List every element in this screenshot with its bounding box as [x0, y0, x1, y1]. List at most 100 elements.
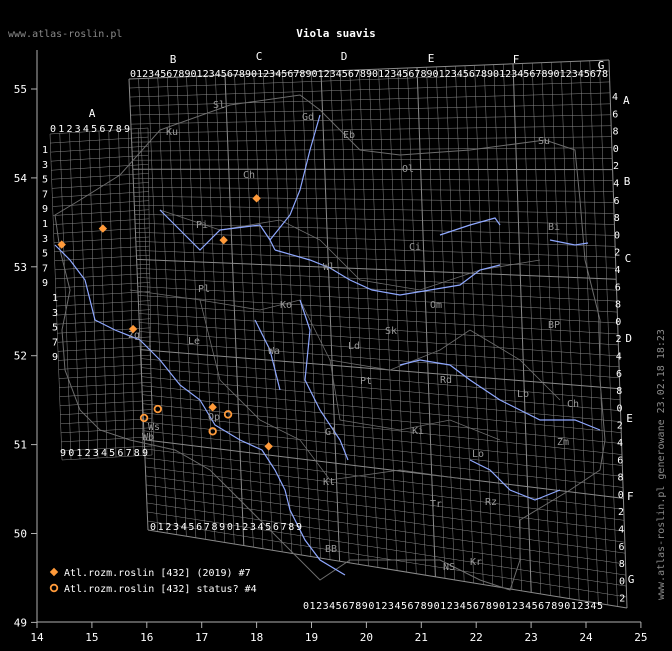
right-side-digit: 0: [613, 144, 619, 155]
top-row-digits: 0123456789012345678901234567890123456789…: [130, 69, 608, 80]
x-tick-label: 22: [470, 631, 483, 644]
right-side-letter: C: [625, 252, 632, 265]
right-side-digit: 2: [617, 421, 623, 432]
region-code: Kr: [470, 557, 482, 568]
right-side-digit: 4: [618, 525, 624, 536]
region-code: Ki: [412, 426, 424, 437]
legend-label-confirmed: Atl.rozm.roslin [432] (2019) #7: [64, 568, 251, 579]
left-side-digit: 3: [42, 160, 48, 171]
region-code: Pt: [360, 376, 372, 387]
right-side-digit: 0: [615, 317, 621, 328]
map-title: Viola suavis: [296, 27, 375, 40]
right-side-digit: 0: [614, 230, 620, 241]
right-side-digit: 4: [612, 92, 618, 103]
x-tick-label: 20: [360, 631, 373, 644]
legend-label-status: Atl.rozm.roslin [432] status? #4: [64, 584, 257, 595]
right-side-digit: 2: [619, 594, 625, 605]
right-side-digit: 6: [616, 369, 622, 380]
region-code: Wl: [323, 262, 335, 273]
region-code: Ci: [409, 242, 421, 253]
column-letter-e: E: [428, 52, 435, 65]
left-side-digit: 9: [52, 352, 58, 363]
column-letter-a: A: [89, 107, 96, 120]
right-side-digit: 6: [617, 455, 623, 466]
right-side-digit: 8: [615, 300, 621, 311]
y-tick-label: 52: [14, 350, 27, 363]
right-side-letter: D: [625, 332, 632, 345]
region-code: Ku: [166, 127, 178, 138]
y-tick-label: 49: [14, 616, 27, 629]
left-side-digit: 3: [52, 308, 58, 319]
right-side-digit: 8: [616, 386, 622, 397]
region-code: Ol: [402, 164, 414, 175]
y-tick-label: 53: [14, 261, 27, 274]
right-side-digit: 0: [618, 490, 624, 501]
right-side-digit: 4: [616, 352, 622, 363]
region-code: BP: [548, 320, 560, 331]
x-tick-label: 19: [305, 631, 318, 644]
region-code: Ld: [348, 341, 360, 352]
right-side-digit: 2: [614, 248, 620, 259]
column-letter-c: C: [256, 50, 263, 63]
left-side-digit: 9: [42, 278, 48, 289]
x-tick-label: 15: [85, 631, 98, 644]
right-side-digit: 2: [618, 507, 624, 518]
region-code: Wb: [142, 432, 154, 443]
left-side-digit: 3: [42, 234, 48, 245]
region-code: Pi: [196, 220, 208, 231]
column-letter-b: B: [170, 53, 177, 66]
y-tick-label: 50: [14, 528, 27, 541]
region-code: Wa: [268, 346, 280, 357]
region-code: Sk: [385, 326, 397, 337]
x-tick-label: 21: [415, 631, 428, 644]
y-tick-label: 55: [14, 83, 27, 96]
region-code: Zm: [557, 437, 569, 448]
sw-row-digits: 90123456789: [60, 448, 148, 459]
right-side-digit: 6: [619, 542, 625, 553]
right-side-letter: E: [626, 412, 633, 425]
region-code: BB: [325, 544, 337, 555]
right-side-letter: B: [624, 175, 631, 188]
left-side-digit: 5: [52, 323, 58, 334]
right-side-digit: 8: [618, 473, 624, 484]
right-side-letter: A: [623, 94, 630, 107]
x-tick-label: 14: [30, 631, 44, 644]
left-side-digit: 1: [42, 145, 48, 156]
bottom-row-digits-right: 0123456789012345678901234567890123456789…: [303, 601, 603, 612]
site-url[interactable]: www.atlas-roslin.pl: [8, 29, 122, 40]
distribution-map: www.atlas-roslin.pl Viola suavis www.atl…: [0, 0, 672, 651]
region-code: Ch: [567, 399, 579, 410]
right-side-digit: 4: [613, 179, 619, 190]
region-code: Gd: [302, 112, 314, 123]
region-code: Le: [188, 336, 200, 347]
generated-note: www.atlas-roslin.pl generowane 23.02.18 …: [656, 329, 667, 600]
right-side-digit: 4: [617, 438, 623, 449]
column-letter-f: F: [513, 53, 520, 66]
region-code: Pl: [198, 284, 210, 295]
region-code: Tr: [430, 499, 442, 510]
right-side-digit: 0: [619, 576, 625, 587]
region-code: Om: [430, 300, 442, 311]
y-tick-label: 54: [14, 172, 28, 185]
x-tick-label: 16: [140, 631, 153, 644]
right-side-digit: 6: [614, 196, 620, 207]
column-letter-d: D: [341, 50, 348, 63]
left-side-digit: 5: [42, 249, 48, 260]
x-tick-label: 18: [250, 631, 263, 644]
y-tick-label: 51: [14, 439, 27, 452]
right-side-digit: 2: [613, 161, 619, 172]
x-tick-label: 17: [195, 631, 208, 644]
right-side-digit: 8: [614, 213, 620, 224]
left-side-digit: 9: [42, 204, 48, 215]
right-side-digit: 8: [613, 127, 619, 138]
left-side-digit: 7: [52, 337, 58, 348]
region-code: Bi: [548, 222, 560, 233]
region-code: Op: [208, 412, 220, 423]
left-side-digit: 5: [42, 175, 48, 186]
region-code: Kt: [323, 477, 335, 488]
region-code: Su: [538, 136, 550, 147]
right-side-digit: 4: [615, 265, 621, 276]
right-side-letter: G: [628, 573, 635, 586]
region-code: Lo: [472, 449, 484, 460]
region-code: Lb: [517, 389, 529, 400]
